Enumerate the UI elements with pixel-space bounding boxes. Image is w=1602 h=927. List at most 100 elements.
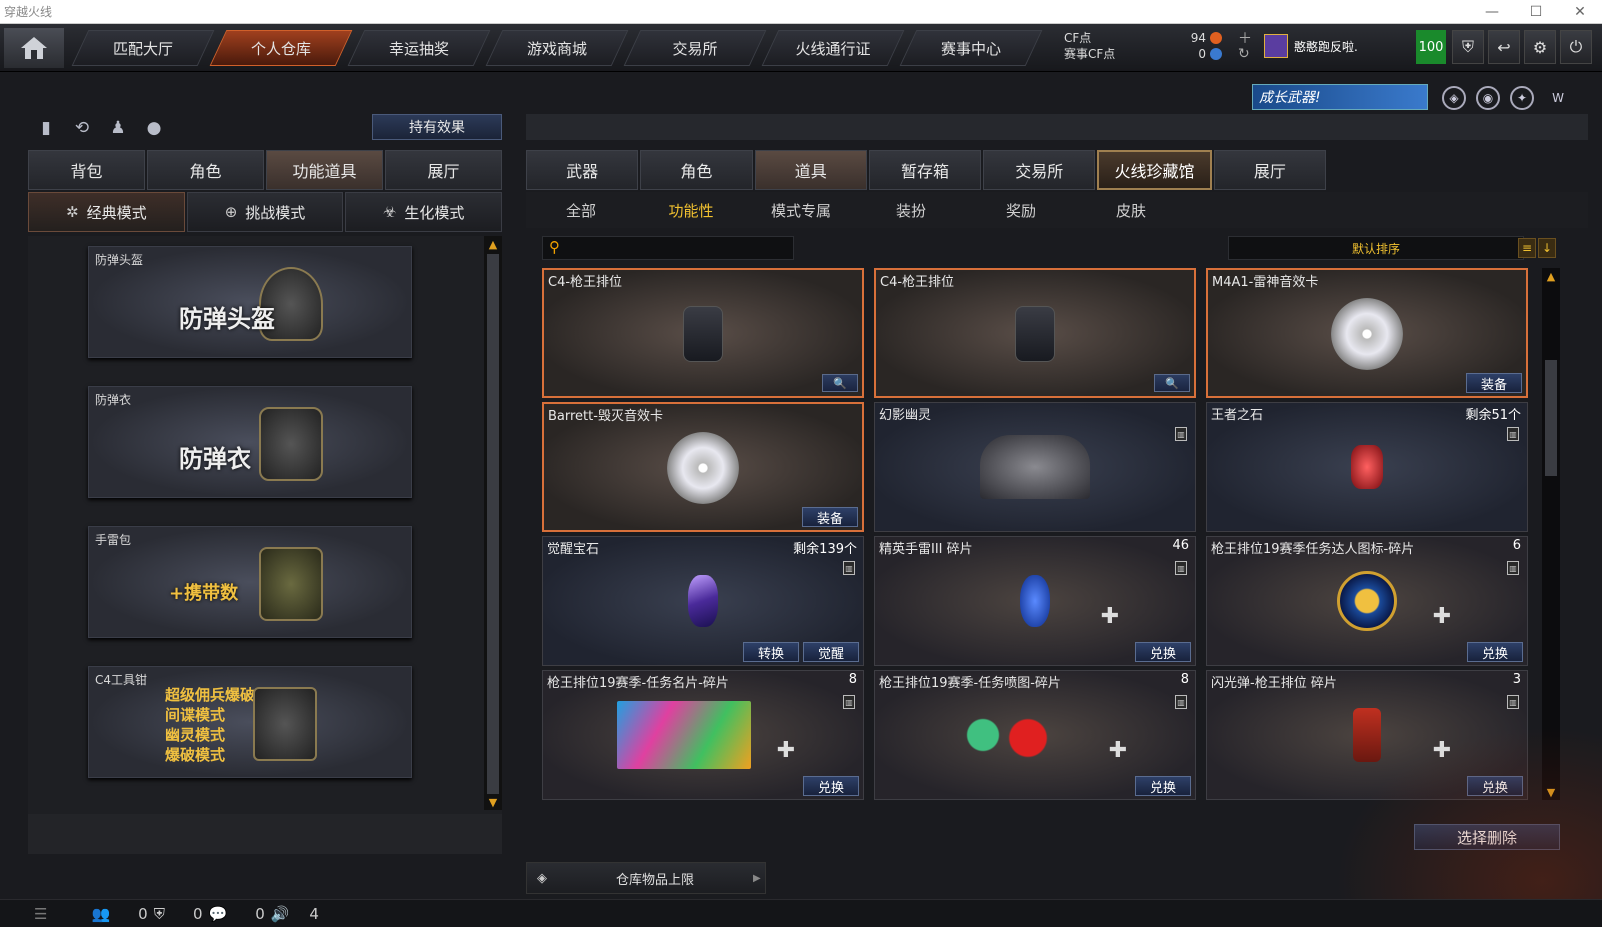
- trash-icon[interactable]: ▥: [1507, 695, 1519, 709]
- nav-tab-warehouse[interactable]: 个人仓库: [212, 26, 350, 70]
- item-card[interactable]: 闪光弹-枪王排位 碎片 3 ▥ ✚ 兑换: [1206, 670, 1528, 800]
- nav-tab-exchange[interactable]: 交易所: [626, 26, 764, 70]
- redeem-button[interactable]: 兑换: [1135, 776, 1191, 796]
- add-currency-icon[interactable]: ＋: [1238, 28, 1252, 48]
- warehouse-capacity-bar[interactable]: ◈ 仓库物品上限 ▶: [526, 862, 766, 894]
- item-card[interactable]: 精英手雷III 碎片 46 ▥ ✚ 兑换: [874, 536, 1196, 666]
- guild-icon[interactable]: ⛨: [154, 905, 165, 923]
- slot-grenade-pack[interactable]: 手雷包 +携带数: [88, 526, 412, 638]
- user-info[interactable]: 憨憨跑反啦.: [1264, 34, 1358, 58]
- tab-character[interactable]: 角色: [147, 150, 264, 190]
- sort-direction-icon[interactable]: ↓: [1538, 238, 1556, 258]
- item-card[interactable]: Barrett-毁灭音效卡 装备: [542, 402, 864, 532]
- item-card[interactable]: 枪王排位19赛季任务达人图标-碎片 6 ▥ ✚ 兑换: [1206, 536, 1528, 666]
- trash-icon[interactable]: ▥: [1175, 561, 1187, 575]
- scroll-down-icon[interactable]: ▼: [484, 794, 502, 810]
- redeem-button[interactable]: 兑换: [1467, 776, 1523, 796]
- scroll-thumb[interactable]: [487, 254, 499, 794]
- settings-button[interactable]: ⚙: [1524, 30, 1556, 64]
- filter-all[interactable]: 全部: [526, 192, 636, 228]
- trash-icon[interactable]: ▥: [843, 695, 855, 709]
- maximize-button[interactable]: ☐: [1514, 4, 1558, 20]
- slot-helmet[interactable]: 防弹头盔 防弹头盔: [88, 246, 412, 358]
- chat-icon[interactable]: 💬: [209, 905, 228, 923]
- item-card[interactable]: M4A1-雷神音效卡 装备: [1206, 268, 1528, 398]
- filter-costume[interactable]: 装扮: [856, 192, 966, 228]
- badge-icon-3[interactable]: ✦: [1510, 86, 1534, 110]
- badge-icon-1[interactable]: ◈: [1442, 86, 1466, 110]
- search-input[interactable]: ⚲: [542, 236, 794, 260]
- badge-icon-2[interactable]: ◉: [1476, 86, 1500, 110]
- nav-tab-shop[interactable]: 游戏商城: [488, 26, 626, 70]
- convert-button[interactable]: 转换: [743, 642, 799, 662]
- trash-icon[interactable]: ▥: [1507, 427, 1519, 441]
- growth-weapon-banner[interactable]: 成长武器!: [1252, 84, 1428, 110]
- shield-button[interactable]: ⛨: [1452, 30, 1484, 64]
- awaken-button[interactable]: 觉醒: [803, 642, 859, 662]
- badge-icon-4[interactable]: W: [1546, 86, 1570, 110]
- mode-challenge[interactable]: ⊕ 挑战模式: [186, 192, 344, 232]
- nav-tab-lottery[interactable]: 幸运抽奖: [350, 26, 488, 70]
- tab-backpack[interactable]: 背包: [28, 150, 145, 190]
- item-card[interactable]: 王者之石 剩余51个 ▥: [1206, 402, 1528, 532]
- trash-icon[interactable]: ▥: [843, 561, 855, 575]
- character-icon[interactable]: ♟: [106, 116, 130, 140]
- friends-icon[interactable]: 👥: [91, 905, 110, 923]
- slot-vest[interactable]: 防弹衣 防弹衣: [88, 386, 412, 498]
- redeem-button[interactable]: 兑换: [1135, 642, 1191, 662]
- speaker-icon[interactable]: 🔊: [271, 905, 290, 923]
- menu-list-icon[interactable]: ☰: [34, 905, 47, 923]
- tab-roles[interactable]: 角色: [640, 150, 753, 190]
- return-button[interactable]: ↩: [1488, 30, 1520, 64]
- history-icon[interactable]: ⟲: [70, 116, 94, 140]
- tab-collection[interactable]: 火线珍藏馆: [1097, 150, 1212, 190]
- redeem-button[interactable]: 兑换: [803, 776, 859, 796]
- grenade-icon[interactable]: ●: [142, 116, 166, 140]
- item-card[interactable]: 枪王排位19赛季-任务名片-碎片 8 ▥ ✚ 兑换: [542, 670, 864, 800]
- inspect-button[interactable]: 🔍: [1154, 374, 1190, 392]
- close-button[interactable]: ✕: [1558, 4, 1602, 20]
- tab-exhibit[interactable]: 展厅: [1213, 150, 1326, 190]
- filter-functional[interactable]: 功能性: [636, 192, 746, 228]
- tab-functional-items[interactable]: 功能道具: [266, 150, 383, 190]
- mode-zombie[interactable]: ☣ 生化模式: [345, 192, 503, 232]
- equip-button[interactable]: 装备: [1466, 373, 1522, 393]
- redeem-button[interactable]: 兑换: [1467, 642, 1523, 662]
- trash-icon[interactable]: ▥: [1507, 561, 1519, 575]
- refresh-currency-icon[interactable]: ↻: [1238, 46, 1250, 62]
- trash-icon[interactable]: ▥: [1175, 695, 1187, 709]
- item-card[interactable]: C4-枪王排位 🔍: [542, 268, 864, 398]
- select-delete-button[interactable]: 选择删除: [1414, 824, 1560, 850]
- nav-tab-lobby[interactable]: 匹配大厅: [74, 26, 212, 70]
- filter-mode-exclusive[interactable]: 模式专属: [746, 192, 856, 228]
- ranking-icon[interactable]: ▮: [34, 116, 58, 140]
- item-card[interactable]: 幻影幽灵 ▥: [874, 402, 1196, 532]
- item-scrollbar[interactable]: ▲ ▼: [1542, 268, 1560, 800]
- tab-trade[interactable]: 交易所: [983, 150, 1096, 190]
- item-card[interactable]: 觉醒宝石 剩余139个 ▥ 转换 觉醒: [542, 536, 864, 666]
- tab-showroom[interactable]: 展厅: [385, 150, 502, 190]
- power-button[interactable]: ⏻: [1560, 30, 1592, 64]
- sort-dropdown[interactable]: 默认排序: [1228, 236, 1524, 260]
- trash-icon[interactable]: ▥: [1175, 427, 1187, 441]
- hold-effect-button[interactable]: 持有效果: [372, 114, 502, 140]
- filter-reward[interactable]: 奖励: [966, 192, 1076, 228]
- equip-button[interactable]: 装备: [802, 507, 858, 527]
- item-card[interactable]: C4-枪王排位 🔍: [874, 268, 1196, 398]
- slot-c4-pliers[interactable]: C4工具钳 超级佣兵爆破 间谍模式 幽灵模式 爆破模式: [88, 666, 412, 778]
- minimize-button[interactable]: —: [1470, 4, 1514, 20]
- scroll-up-icon[interactable]: ▲: [1542, 268, 1560, 284]
- scroll-up-icon[interactable]: ▲: [484, 236, 502, 252]
- list-view-icon[interactable]: ≡: [1518, 238, 1536, 258]
- item-card[interactable]: 枪王排位19赛季-任务喷图-碎片 8 ▥ ✚ 兑换: [874, 670, 1196, 800]
- nav-tab-pass[interactable]: 火线通行证: [764, 26, 902, 70]
- tab-storage-box[interactable]: 暂存箱: [868, 150, 982, 190]
- tab-items[interactable]: 道具: [754, 150, 867, 190]
- mode-classic[interactable]: ✲ 经典模式: [28, 192, 185, 232]
- nav-tab-events[interactable]: 赛事中心: [902, 26, 1040, 70]
- scroll-down-icon[interactable]: ▼: [1542, 784, 1560, 800]
- filter-skin[interactable]: 皮肤: [1076, 192, 1186, 228]
- left-scrollbar[interactable]: ▲ ▼: [484, 236, 502, 810]
- scroll-thumb[interactable]: [1545, 360, 1557, 476]
- tab-weapons[interactable]: 武器: [526, 150, 639, 190]
